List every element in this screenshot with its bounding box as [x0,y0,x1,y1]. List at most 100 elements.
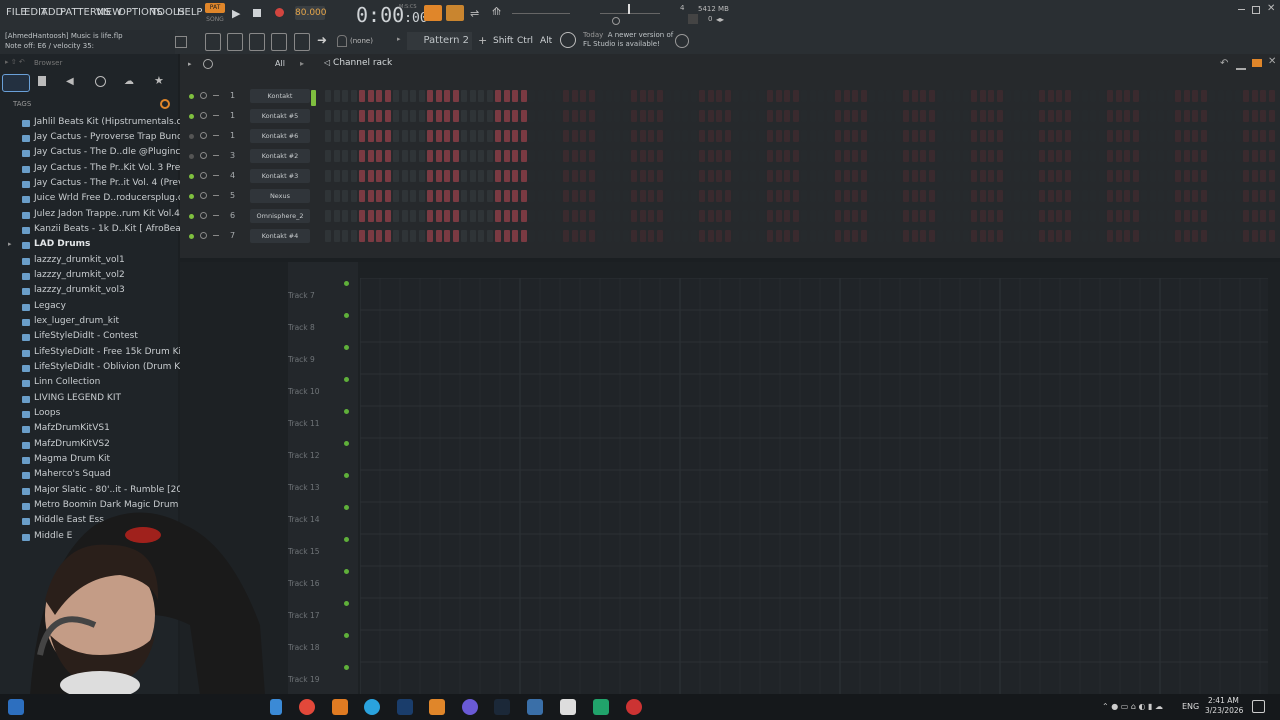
track-mute-led[interactable] [344,441,349,446]
channel-name-button[interactable]: Kontakt #5 [250,109,310,123]
step-button[interactable] [1149,110,1156,122]
channel-name-button[interactable]: Kontakt #4 [250,229,310,243]
step-button[interactable] [911,190,918,202]
channel-mute-led[interactable] [189,194,194,199]
step-button[interactable] [384,150,391,162]
step-button[interactable] [1107,230,1113,242]
step-button[interactable] [1047,170,1054,182]
step-button[interactable] [1005,90,1011,102]
step-button[interactable] [835,210,841,222]
step-button[interactable] [928,170,935,182]
step-button[interactable] [597,130,603,142]
step-button[interactable] [656,150,663,162]
track-mute-led[interactable] [344,537,349,542]
step-button[interactable] [350,230,357,242]
channel-volume-knob[interactable] [213,235,219,236]
step-button[interactable] [733,90,739,102]
step-button[interactable] [605,110,612,122]
step-button[interactable] [614,90,620,102]
step-button[interactable] [1030,190,1037,202]
step-button[interactable] [971,190,977,202]
step-button[interactable] [716,170,722,182]
step-button[interactable] [945,110,952,122]
step-button[interactable] [1200,130,1207,142]
step-button[interactable] [682,170,688,182]
step-button[interactable] [384,190,391,202]
step-button[interactable] [1226,230,1232,242]
step-button[interactable] [877,230,884,242]
step-button[interactable] [469,90,476,102]
discord-icon[interactable] [462,699,478,715]
step-button[interactable] [928,190,935,202]
step-button[interactable] [1141,130,1147,142]
step-button[interactable] [367,190,374,202]
step-button[interactable] [971,150,977,162]
step-button[interactable] [741,150,748,162]
list-item[interactable]: Kanzii Beats - 1k D..Kit [ AfroBeats ] [22,224,195,238]
step-button[interactable] [852,170,858,182]
arrow-right-icon[interactable]: ➜ [317,33,327,47]
step-button[interactable] [333,230,340,242]
step-button[interactable] [673,230,680,242]
step-button[interactable] [1209,150,1215,162]
step-button[interactable] [401,230,408,242]
step-button[interactable] [333,150,340,162]
channel-name-button[interactable]: Nexus [250,189,310,203]
step-button[interactable] [1098,230,1105,242]
step-button[interactable] [792,150,799,162]
step-button[interactable] [597,150,603,162]
step-button[interactable] [588,190,595,202]
news-panel[interactable]: Today A newer version of FL Studio is av… [583,31,673,49]
list-item[interactable]: Jay Cactus - The Pr..Kit Vol. 3 Preview [22,163,201,177]
step-button[interactable] [1243,150,1249,162]
step-button[interactable] [588,110,595,122]
step-button[interactable] [877,170,884,182]
channel-name-button[interactable]: Kontakt #2 [250,149,310,163]
step-button[interactable] [1098,170,1105,182]
step-button[interactable] [1115,150,1122,162]
step-button[interactable] [656,210,663,222]
step-button[interactable] [1192,230,1198,242]
step-button[interactable] [1217,210,1224,222]
track-label[interactable]: Track 12 [288,451,320,460]
track-label[interactable]: Track 16 [288,579,320,588]
step-button[interactable] [495,170,501,182]
step-button[interactable] [690,230,697,242]
step-button[interactable] [758,110,765,122]
step-button[interactable] [376,210,382,222]
stop-icon[interactable] [253,9,261,17]
step-button[interactable] [911,230,918,242]
step-button[interactable] [1149,210,1156,222]
step-button[interactable] [1192,90,1198,102]
step-button[interactable] [1064,90,1071,102]
step-button[interactable] [461,230,467,242]
step-button[interactable] [537,170,544,182]
step-button[interactable] [622,130,629,142]
step-button[interactable] [1047,150,1054,162]
step-button[interactable] [945,230,952,242]
step-button[interactable] [452,230,459,242]
step-button[interactable] [1183,150,1190,162]
step-button[interactable] [954,110,960,122]
step-button[interactable] [376,170,382,182]
step-button[interactable] [707,150,714,162]
step-button[interactable] [512,210,518,222]
step-button[interactable] [393,210,399,222]
step-button[interactable] [988,130,994,142]
step-button[interactable] [903,190,909,202]
step-button[interactable] [486,90,493,102]
step-button[interactable] [1013,210,1020,222]
step-button[interactable] [537,210,544,222]
step-button[interactable] [996,130,1003,142]
step-button[interactable] [843,130,850,142]
news-icon[interactable] [560,32,576,48]
step-button[interactable] [877,210,884,222]
tray-icons[interactable]: ⌃ ● ▭ ⌂ ◐ ▮ ☁ [1102,702,1163,711]
step-button[interactable] [1056,150,1062,162]
step-button[interactable] [1166,230,1173,242]
step-button[interactable] [1115,110,1122,122]
step-button[interactable] [376,190,382,202]
step-button[interactable] [1107,210,1113,222]
step-button[interactable] [826,130,833,142]
step-button[interactable] [512,230,518,242]
